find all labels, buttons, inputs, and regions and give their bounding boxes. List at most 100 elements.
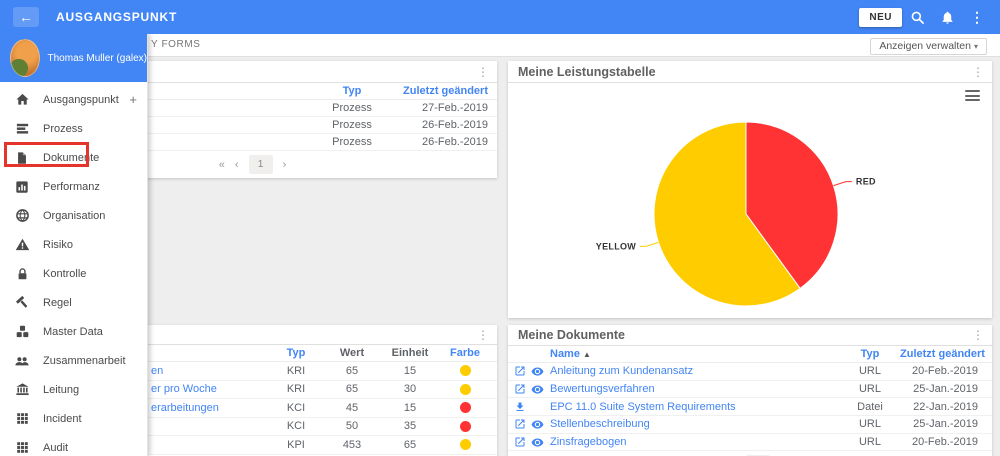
sidebar-item-organisation[interactable]: Organisation [0, 201, 147, 230]
pie-data-label: YELLOW [596, 241, 637, 251]
expand-plus-icon[interactable]: + [129, 92, 137, 107]
column-header-typ[interactable]: Typ [268, 347, 324, 359]
column-header-farbe[interactable]: Farbe [440, 347, 490, 359]
column-header-typ[interactable]: Typ [312, 85, 392, 97]
pie-label-connector [833, 181, 852, 187]
app-window: ← AUSGANGSPUNKT NEU ⋮ Y FORMS Anzeigen v… [0, 0, 1000, 456]
drawer-user-header[interactable]: Thomas Muller (galex) [0, 34, 147, 82]
sidebar-item-regel[interactable]: Regel [0, 288, 147, 317]
top-app-bar: ← AUSGANGSPUNKT NEU ⋮ [0, 0, 1000, 34]
eye-icon[interactable] [531, 436, 544, 449]
page-title: AUSGANGSPUNKT [56, 10, 178, 24]
topbar-actions: NEU ⋮ [859, 7, 1000, 27]
eye-icon[interactable] [531, 365, 544, 378]
sidebar-item-incident[interactable]: Incident [0, 404, 147, 433]
prev-page-icon[interactable]: ‹ [235, 159, 239, 171]
sidebar-item-risiko[interactable]: Risiko [0, 230, 147, 259]
warning-icon [14, 237, 30, 253]
page-number[interactable]: 1 [248, 155, 273, 174]
status-color-dot [459, 365, 471, 377]
indicator-link[interactable]: erarbeitungen [151, 402, 219, 414]
pie-chart: RED YELLOW [596, 121, 876, 307]
sidebar-item-dokumente[interactable]: Dokumente [0, 143, 147, 172]
external-link-icon[interactable] [514, 365, 526, 377]
drawer-menu: Ausgangspunkt + Prozess Dokumente Perfor… [0, 82, 147, 456]
panel-title: Meine Dokumente [518, 328, 625, 342]
eye-icon[interactable] [531, 418, 544, 431]
table-row[interactable]: Bewertungsverfahren URL 25-Jan.-2019 [508, 381, 992, 399]
sidebar-item-kontrolle[interactable]: Kontrolle [0, 259, 147, 288]
panel-menu-icon[interactable]: ⋮ [475, 65, 491, 79]
column-header-typ[interactable]: Typ [840, 348, 900, 360]
new-button[interactable]: NEU [859, 7, 902, 27]
notifications-bell-icon[interactable] [932, 7, 962, 27]
chart-menu-icon[interactable] [965, 90, 980, 104]
document-link[interactable]: Zinsfragebogen [550, 436, 626, 448]
sidebar-item-audit[interactable]: Audit [0, 433, 147, 456]
panel-menu-icon[interactable]: ⋮ [970, 328, 986, 342]
section-tab-my-forms[interactable]: Y FORMS [151, 39, 201, 50]
sort-asc-icon: ▲ [582, 350, 591, 359]
sidebar-item-ausgangspunkt[interactable]: Ausgangspunkt + [0, 85, 147, 114]
sidebar-item-master-data[interactable]: Master Data [0, 317, 147, 346]
sidebar-item-leitung[interactable]: Leitung [0, 375, 147, 404]
pagination: « ‹ 1 › [508, 451, 992, 456]
back-button[interactable]: ← [13, 7, 39, 27]
user-name: Thomas Muller (galex) [47, 52, 147, 64]
overflow-menu-icon[interactable]: ⋮ [962, 7, 992, 27]
table-row[interactable]: EPC 11.0 Suite System Requirements Datei… [508, 398, 992, 417]
indicator-link[interactable]: er pro Woche [151, 383, 217, 395]
panel-title: Meine Leistungstabelle [518, 64, 656, 79]
table-row[interactable]: Stellenbeschreibung URL 25-Jan.-2019 [508, 416, 992, 434]
user-avatar [10, 39, 40, 77]
indicator-link[interactable]: en [151, 365, 163, 377]
grid-icon [14, 440, 30, 456]
download-icon[interactable] [514, 401, 526, 413]
external-link-icon[interactable] [514, 436, 526, 448]
first-page-icon[interactable]: « [219, 159, 225, 171]
column-header-date[interactable]: Zuletzt geändert [392, 85, 497, 97]
globe-icon [14, 208, 30, 224]
process-icon [14, 121, 30, 137]
column-header-wert[interactable]: Wert [324, 347, 380, 359]
grid-icon [14, 411, 30, 427]
bank-icon [14, 382, 30, 398]
chart-panel-header: Meine Leistungstabelle ⋮ [508, 61, 992, 83]
navigation-drawer: Thomas Muller (galex) Ausgangspunkt + Pr… [0, 34, 148, 456]
home-icon [14, 92, 30, 108]
bar-chart-icon [14, 179, 30, 195]
sidebar-item-prozess[interactable]: Prozess [0, 114, 147, 143]
document-link[interactable]: Bewertungsverfahren [550, 383, 655, 395]
document-icon [14, 150, 30, 166]
lock-icon [14, 266, 30, 282]
eye-icon[interactable] [531, 383, 544, 396]
document-link[interactable]: EPC 11.0 Suite System Requirements [550, 401, 736, 413]
document-link[interactable]: Anleitung zum Kundenansatz [550, 365, 693, 377]
external-link-icon[interactable] [514, 418, 526, 430]
panel-menu-icon[interactable]: ⋮ [970, 65, 986, 79]
documents-table-header: Name ▲ Typ Zuletzt geändert [508, 346, 992, 363]
column-header-name[interactable]: Name ▲ [550, 348, 840, 360]
pie-chart-area: RED YELLOW [508, 83, 992, 317]
pie-data-label: RED [856, 177, 876, 187]
performance-chart-panel: Meine Leistungstabelle ⋮ RED YELLOW [508, 61, 992, 318]
status-color-dot [459, 402, 471, 414]
documents-panel-header: Meine Dokumente ⋮ [508, 325, 992, 346]
table-row[interactable]: Anleitung zum Kundenansatz URL 20-Feb.-2… [508, 363, 992, 381]
column-header-einheit[interactable]: Einheit [380, 347, 440, 359]
document-link[interactable]: Stellenbeschreibung [550, 418, 650, 430]
sidebar-item-performanz[interactable]: Performanz [0, 172, 147, 201]
column-header-date[interactable]: Zuletzt geändert [900, 348, 992, 360]
people-icon [14, 353, 30, 369]
external-link-icon[interactable] [514, 383, 526, 395]
panel-menu-icon[interactable]: ⋮ [475, 328, 491, 342]
table-row[interactable]: Zinsfragebogen URL 20-Feb.-2019 [508, 434, 992, 452]
chevron-down-icon: ▾ [973, 42, 978, 51]
arrow-left-icon: ← [19, 9, 33, 25]
sidebar-item-zusammenarbeit[interactable]: Zusammenarbeit [0, 346, 147, 375]
next-page-icon[interactable]: › [283, 159, 287, 171]
search-icon[interactable] [902, 7, 932, 27]
manage-views-button[interactable]: Anzeigen verwalten ▾ [870, 38, 987, 55]
content-toolbar: Y FORMS Anzeigen verwalten ▾ [0, 34, 1000, 57]
gavel-icon [14, 295, 30, 311]
